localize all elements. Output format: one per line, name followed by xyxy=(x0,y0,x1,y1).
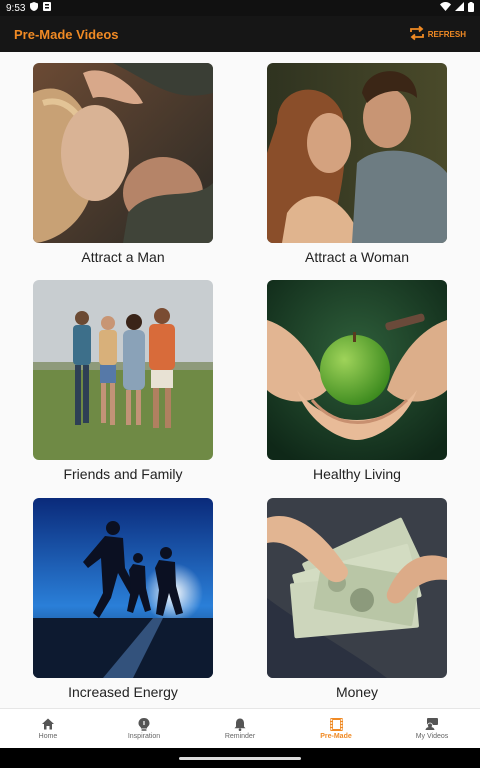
app-bar: Pre-Made Videos REFRESH xyxy=(0,16,480,52)
video-card-attract-a-woman[interactable]: Attract a Woman xyxy=(267,63,447,265)
nav-pre-made[interactable]: Pre-Made xyxy=(288,709,384,748)
thumbnail-friends-walking xyxy=(33,280,213,460)
nav-reminder[interactable]: Reminder xyxy=(192,709,288,748)
thumbnail-couple-embrace xyxy=(33,63,213,243)
wifi-icon xyxy=(440,2,451,14)
nav-label: Home xyxy=(38,733,58,740)
video-card-money[interactable]: Money xyxy=(267,498,447,700)
page-title: Pre-Made Videos xyxy=(14,26,119,42)
refresh-icon xyxy=(408,25,426,43)
nav-home[interactable]: Home xyxy=(0,709,96,748)
home-icon xyxy=(41,717,55,731)
nav-label: Inspiration xyxy=(127,733,161,740)
nav-inspiration[interactable]: Inspiration xyxy=(96,709,192,748)
thumbnail-dollar-bills xyxy=(267,498,447,678)
user-video-icon xyxy=(425,717,439,731)
shield-icon xyxy=(30,2,39,14)
nav-label: My Videos xyxy=(415,733,449,740)
status-time: 9:53 xyxy=(6,2,26,14)
nav-label: Pre-Made xyxy=(320,733,352,740)
thumbnail-couple-kiss xyxy=(267,63,447,243)
battery-icon xyxy=(468,1,474,15)
thumbnail-runners xyxy=(33,498,213,678)
nav-my-videos[interactable]: My Videos xyxy=(384,709,480,748)
gesture-handle[interactable] xyxy=(179,756,301,760)
status-bar: 9:53 xyxy=(0,0,480,16)
system-gesture-bar xyxy=(0,748,480,768)
refresh-label: REFRESH xyxy=(427,29,466,39)
card-label: Friends and Family xyxy=(63,466,183,482)
card-label: Money xyxy=(335,684,379,700)
video-grid-scroll[interactable]: Attract a Man Attract a Woman Friends an… xyxy=(0,52,480,708)
card-label: Increased Energy xyxy=(68,684,178,700)
film-icon xyxy=(329,717,343,731)
refresh-button[interactable]: REFRESH xyxy=(408,25,466,43)
bell-icon xyxy=(233,717,247,731)
bottom-navigation: Home Inspiration Reminder Pre-Made My Vi… xyxy=(0,708,480,748)
video-card-increased-energy[interactable]: Increased Energy xyxy=(33,498,213,700)
thumbnail-apple-hands xyxy=(267,280,447,460)
card-label: Healthy Living xyxy=(313,466,401,482)
nav-label: Reminder xyxy=(224,733,256,740)
video-card-attract-a-man[interactable]: Attract a Man xyxy=(33,63,213,265)
video-grid: Attract a Man Attract a Woman Friends an… xyxy=(0,52,480,708)
video-card-friends-and-family[interactable]: Friends and Family xyxy=(33,280,213,482)
card-label: Attract a Man xyxy=(81,249,165,265)
signal-icon xyxy=(455,2,464,14)
notification-icon xyxy=(43,2,52,14)
video-card-healthy-living[interactable]: Healthy Living xyxy=(267,280,447,482)
bulb-icon xyxy=(137,717,151,731)
card-label: Attract a Woman xyxy=(304,249,409,265)
